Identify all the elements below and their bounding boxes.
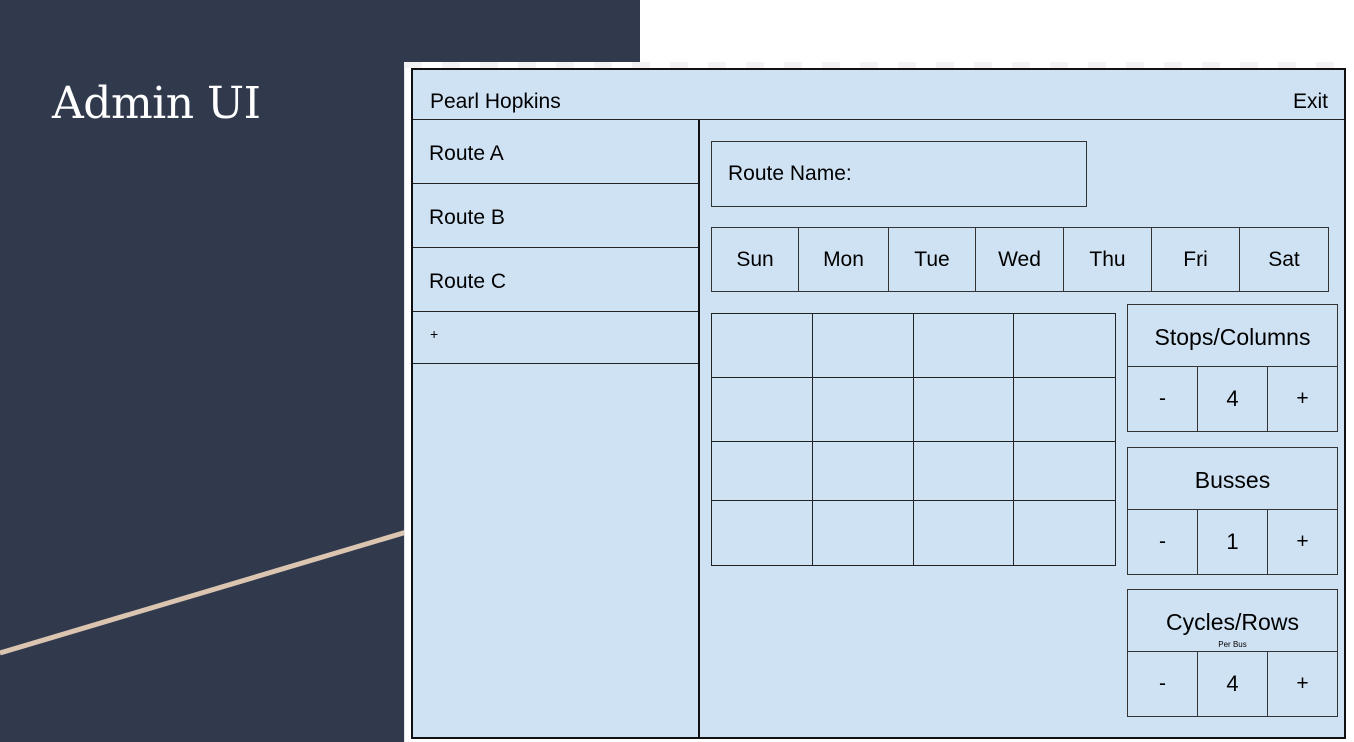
- grid-cell[interactable]: [712, 501, 813, 565]
- user-name: Pearl Hopkins: [430, 90, 561, 113]
- stepper-title: Cycles/Rows: [1166, 609, 1299, 635]
- day-wed[interactable]: Wed: [976, 228, 1064, 291]
- stops-decrement-button[interactable]: -: [1128, 367, 1198, 431]
- stops-increment-button[interactable]: +: [1268, 367, 1337, 431]
- sidebar-item-route-b[interactable]: Route B: [413, 184, 698, 248]
- day-sat[interactable]: Sat: [1240, 228, 1328, 291]
- grid-cell[interactable]: [712, 378, 813, 442]
- grid-cell[interactable]: [712, 314, 813, 378]
- busses-stepper: Busses - 1 +: [1127, 447, 1338, 575]
- top-bar: Pearl Hopkins Exit: [413, 70, 1344, 120]
- slide-title: Admin UI: [52, 78, 261, 129]
- day-tue[interactable]: Tue: [889, 228, 976, 291]
- day-sun[interactable]: Sun: [712, 228, 799, 291]
- add-route-button[interactable]: +: [413, 312, 698, 364]
- grid-cell[interactable]: [812, 314, 914, 378]
- exit-button[interactable]: Exit: [1293, 90, 1328, 114]
- grid-cell[interactable]: [1014, 378, 1115, 442]
- stepper-title: Stops/Columns: [1128, 305, 1337, 367]
- stepper-header: Cycles/Rows Per Bus: [1128, 590, 1337, 652]
- grid-cell[interactable]: [712, 442, 813, 501]
- admin-mockup-window: Pearl Hopkins Exit Route A Route B Route…: [411, 68, 1346, 739]
- busses-increment-button[interactable]: +: [1268, 510, 1337, 574]
- grid-cell[interactable]: [812, 442, 914, 501]
- grid-cell[interactable]: [1014, 442, 1115, 501]
- grid-cell[interactable]: [913, 378, 1015, 442]
- cycles-rows-stepper: Cycles/Rows Per Bus - 4 +: [1127, 589, 1338, 717]
- stepper-title: Busses: [1128, 448, 1337, 510]
- grid-cell[interactable]: [1014, 314, 1115, 378]
- day-thu[interactable]: Thu: [1064, 228, 1152, 291]
- stops-value: 4: [1198, 367, 1268, 431]
- busses-decrement-button[interactable]: -: [1128, 510, 1198, 574]
- schedule-grid: [711, 313, 1116, 566]
- day-mon[interactable]: Mon: [799, 228, 889, 291]
- cycles-decrement-button[interactable]: -: [1128, 652, 1198, 716]
- stops-columns-stepper: Stops/Columns - 4 +: [1127, 304, 1338, 432]
- day-selector: Sun Mon Tue Wed Thu Fri Sat: [711, 227, 1329, 292]
- grid-cell[interactable]: [913, 442, 1015, 501]
- grid-cell[interactable]: [812, 378, 914, 442]
- grid-cell[interactable]: [813, 501, 914, 565]
- route-sidebar: Route A Route B Route C +: [413, 120, 700, 739]
- grid-cell[interactable]: [913, 314, 1015, 378]
- route-name-field[interactable]: Route Name:: [711, 141, 1087, 207]
- cycles-value: 4: [1198, 652, 1268, 716]
- stepper-subtitle: Per Bus: [1218, 640, 1247, 649]
- grid-cell[interactable]: [914, 501, 1015, 565]
- sidebar-item-route-a[interactable]: Route A: [413, 120, 698, 184]
- cycles-increment-button[interactable]: +: [1268, 652, 1337, 716]
- sidebar-item-route-c[interactable]: Route C: [413, 248, 698, 312]
- grid-cell[interactable]: [1014, 501, 1115, 565]
- busses-value: 1: [1198, 510, 1268, 574]
- day-fri[interactable]: Fri: [1152, 228, 1240, 291]
